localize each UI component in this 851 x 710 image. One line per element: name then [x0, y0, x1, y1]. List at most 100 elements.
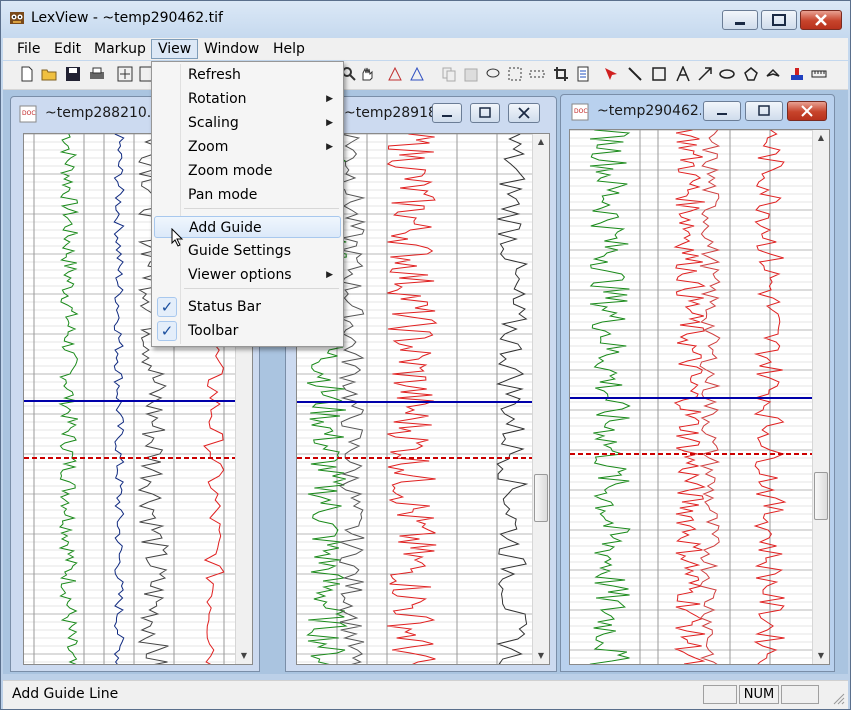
restore-icon	[479, 107, 491, 118]
menu-item-label: Pan mode	[188, 187, 258, 203]
freehand-tool-icon[interactable]	[765, 66, 781, 82]
vertical-scrollbar[interactable]: ▲ ▼	[532, 134, 549, 664]
scroll-down-icon[interactable]: ▼	[813, 648, 829, 664]
scroll-up-icon[interactable]: ▲	[533, 134, 549, 150]
select-row-icon[interactable]	[529, 66, 545, 82]
arrow-tool-icon[interactable]	[697, 66, 713, 82]
save-icon[interactable]	[65, 66, 81, 82]
child-maximize-button[interactable]	[745, 101, 783, 121]
child-maximize-button[interactable]	[470, 103, 500, 123]
child-title: ~temp289180...	[344, 105, 432, 121]
menu-window[interactable]: Window	[198, 40, 265, 58]
well-log-image-3	[570, 130, 815, 664]
submenu-arrow-icon: ▶	[326, 270, 333, 280]
paste-icon[interactable]	[463, 66, 479, 82]
crop-icon[interactable]	[553, 66, 569, 82]
svg-text:DOC: DOC	[574, 108, 588, 115]
submenu-arrow-icon: ▶	[326, 118, 333, 128]
ellipse-tool-icon[interactable]	[719, 66, 735, 82]
pointer-arrow-icon[interactable]	[603, 66, 619, 82]
title-bar[interactable]: LexView - ~temp290462.tif	[1, 1, 850, 35]
checkmark-icon: ✓	[157, 321, 177, 341]
child-close-button[interactable]	[787, 101, 827, 121]
line-tool-icon[interactable]	[627, 66, 643, 82]
document-icon: DOC	[571, 103, 589, 121]
scroll-thumb[interactable]	[534, 474, 548, 522]
menu-item-label: Add Guide	[189, 220, 262, 236]
submenu-arrow-icon: ▶	[326, 94, 333, 104]
stamp-icon[interactable]	[789, 66, 805, 82]
mdi-client-area: DOC ~temp288210... ▲ ▼ ~temp289180...	[3, 90, 848, 674]
restore-icon	[758, 105, 770, 116]
svg-text:DOC: DOC	[22, 110, 36, 117]
menu-help[interactable]: Help	[267, 40, 311, 58]
menu-item-rotation[interactable]: Rotation ▶	[154, 88, 341, 110]
close-icon	[801, 105, 813, 117]
new-file-icon[interactable]	[19, 66, 35, 82]
menu-item-label: Toolbar	[188, 323, 239, 339]
mouse-cursor-icon	[171, 228, 184, 247]
menu-item-label: Zoom	[188, 139, 229, 155]
minimize-icon	[735, 22, 745, 25]
open-folder-icon[interactable]	[41, 66, 57, 82]
menu-item-viewer-options[interactable]: Viewer options ▶	[154, 264, 341, 286]
lexview-window: LexView - ~temp290462.tif File Edit Mark…	[0, 0, 851, 710]
child-window-3[interactable]: DOC ~temp290462... ▲ ▼	[560, 94, 835, 672]
window-title: LexView - ~temp290462.tif	[31, 10, 223, 26]
lasso-icon[interactable]	[485, 66, 501, 82]
menu-item-pan-mode[interactable]: Pan mode	[154, 184, 341, 206]
rotate-right-icon[interactable]	[409, 66, 425, 82]
submenu-arrow-icon: ▶	[326, 142, 333, 152]
menu-item-status-bar[interactable]: ✓ Status Bar	[154, 296, 341, 318]
text-tool-icon[interactable]	[675, 66, 691, 82]
scroll-up-icon[interactable]: ▲	[813, 130, 829, 146]
minimize-icon	[442, 115, 452, 117]
child-close-button[interactable]	[508, 103, 540, 123]
status-pane-caps	[703, 685, 737, 704]
menu-item-label: Rotation	[188, 91, 247, 107]
scroll-down-icon[interactable]: ▼	[236, 648, 252, 664]
minimize-icon	[717, 113, 727, 115]
menu-item-label: Zoom mode	[188, 163, 273, 179]
fit-page-icon[interactable]	[117, 66, 133, 82]
menu-markup[interactable]: Markup	[88, 40, 152, 58]
scroll-thumb[interactable]	[814, 472, 828, 520]
maximize-icon	[772, 14, 786, 26]
maximize-button[interactable]	[761, 10, 797, 30]
status-bar: Add Guide Line NUM	[3, 680, 848, 709]
menu-item-label: Refresh	[188, 67, 241, 83]
document-icon: DOC	[19, 105, 37, 123]
menu-item-label: Guide Settings	[188, 243, 291, 259]
rotate-left-icon[interactable]	[387, 66, 403, 82]
child-minimize-button[interactable]	[432, 103, 462, 123]
menu-edit[interactable]: Edit	[48, 40, 87, 58]
pan-hand-icon[interactable]	[359, 66, 375, 82]
document-icon[interactable]	[575, 66, 591, 82]
menu-item-scaling[interactable]: Scaling ▶	[154, 112, 341, 134]
menu-item-zoom-mode[interactable]: Zoom mode	[154, 160, 341, 182]
view-menu-dropdown: Refresh Rotation ▶ Scaling ▶ Zoom ▶ Zoom mode Pa…	[151, 61, 344, 347]
copy-icon[interactable]	[441, 66, 457, 82]
vertical-scrollbar[interactable]: ▲ ▼	[812, 130, 829, 664]
menu-item-toolbar[interactable]: ✓ Toolbar	[154, 320, 341, 342]
rectangle-tool-icon[interactable]	[651, 66, 667, 82]
print-icon[interactable]	[89, 66, 105, 82]
menu-view[interactable]: View	[151, 39, 199, 59]
resize-grip-icon[interactable]	[831, 691, 845, 705]
scroll-down-icon[interactable]: ▼	[533, 648, 549, 664]
ruler-icon[interactable]	[811, 66, 827, 82]
close-button[interactable]	[800, 10, 842, 30]
menu-item-refresh[interactable]: Refresh	[154, 64, 341, 86]
menu-item-zoom[interactable]: Zoom ▶	[154, 136, 341, 158]
menu-item-label: Viewer options	[188, 267, 292, 283]
app-logo-icon	[10, 12, 24, 24]
select-rect-icon[interactable]	[507, 66, 523, 82]
status-text: Add Guide Line	[12, 686, 119, 702]
log-viewer-3[interactable]: ▲ ▼	[569, 129, 830, 665]
minimize-button[interactable]	[722, 10, 758, 30]
polygon-tool-icon[interactable]	[743, 66, 759, 82]
child-minimize-button[interactable]	[703, 101, 741, 121]
menu-file[interactable]: File	[11, 40, 46, 58]
close-icon	[815, 14, 827, 26]
status-pane-num: NUM	[739, 685, 779, 704]
